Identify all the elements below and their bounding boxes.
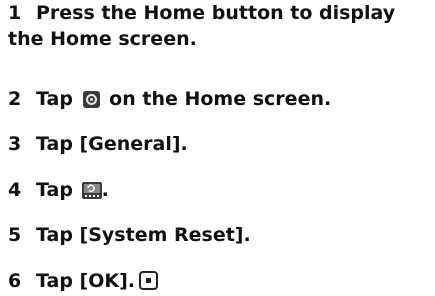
step-1: 1 Press the Home button to display the Ho… xyxy=(8,0,433,52)
step-number: 1 xyxy=(8,2,22,24)
system-reset-icon xyxy=(81,182,102,199)
step-text: Tap [General]. xyxy=(36,133,188,155)
step-text: Tap [System Reset]. xyxy=(36,224,251,246)
step-text-before: Tap xyxy=(36,179,80,201)
step-text: Tap [OK]. xyxy=(36,270,136,292)
step-text-after: on the Home screen. xyxy=(102,88,332,110)
step-number: 2 xyxy=(8,88,22,110)
settings-icon xyxy=(82,91,100,108)
step-4: 4 Tap . xyxy=(8,177,109,203)
step-text: Press the Home button to display the Hom… xyxy=(8,2,396,50)
step-number: 3 xyxy=(8,133,22,155)
step-number: 6 xyxy=(8,270,22,292)
step-3: 3 Tap [General]. xyxy=(8,131,188,157)
step-text-after: . xyxy=(101,179,109,201)
step-6: 6 Tap [OK]. xyxy=(8,268,161,294)
step-number: 4 xyxy=(8,179,22,201)
end-mark-icon xyxy=(139,271,159,290)
step-5: 5 Tap [System Reset]. xyxy=(8,222,251,248)
step-number: 5 xyxy=(8,224,22,246)
step-text-before: Tap xyxy=(36,88,80,110)
step-2: 2 Tap on the Home screen. xyxy=(8,86,331,112)
